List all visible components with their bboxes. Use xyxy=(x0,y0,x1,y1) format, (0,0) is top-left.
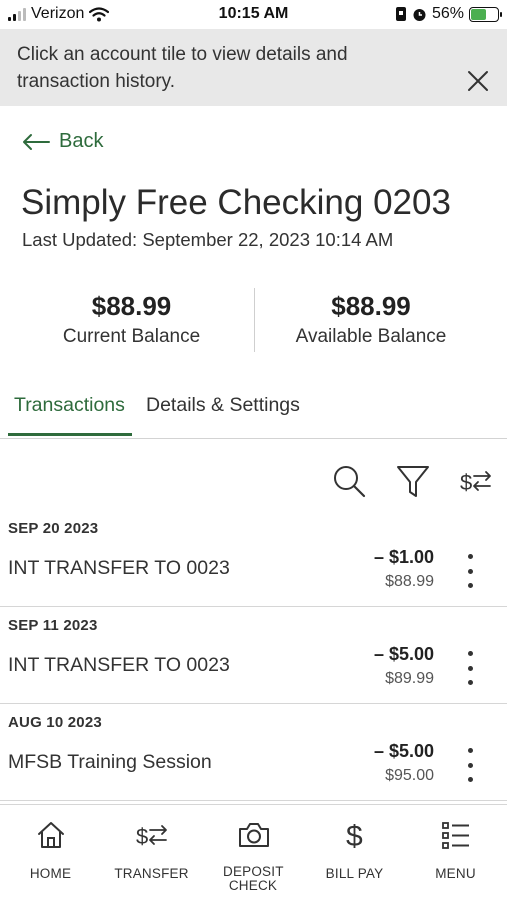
transaction-balance: $88.99 xyxy=(385,573,434,590)
transaction-date: SEP 11 2023 xyxy=(8,617,98,634)
nav-bill-pay-label: BILL PAY xyxy=(325,866,384,881)
info-banner: Click an account tile to view details an… xyxy=(0,29,507,106)
nav-deposit-check-label: DEPOSIT CHECK xyxy=(223,864,284,893)
available-balance: $88.99 Available Balance xyxy=(246,288,496,348)
transaction-description: MFSB Training Session xyxy=(8,751,212,773)
arrow-left-icon xyxy=(23,133,50,150)
svg-text:$: $ xyxy=(346,820,363,852)
bottom-nav: HOME $ TRANSFER DEPOSIT CHECK $ BILL PAY xyxy=(0,804,507,900)
transaction-amount: – $5.00 xyxy=(373,741,434,761)
search-icon[interactable] xyxy=(331,462,367,500)
tab-details-settings[interactable]: Details & Settings xyxy=(146,394,300,417)
menu-list-icon xyxy=(441,822,469,849)
battery-icon xyxy=(469,6,502,22)
transaction-row[interactable]: SEP 11 2023 INT TRANSFER TO 0023 – $5.00… xyxy=(0,607,507,704)
dollar-icon: $ xyxy=(346,820,363,852)
transaction-row[interactable]: AUG 10 2023 MFSB Training Session – $5.0… xyxy=(0,704,507,801)
current-balance-label: Current Balance xyxy=(62,326,201,347)
transfer-icon: $ xyxy=(136,824,167,849)
transaction-description: INT TRANSFER TO 0023 xyxy=(8,654,230,676)
transaction-date: AUG 10 2023 xyxy=(8,714,102,731)
banner-message: Click an account tile to view details an… xyxy=(17,44,348,92)
nav-deposit-check[interactable]: DEPOSIT CHECK xyxy=(203,817,304,893)
active-tab-indicator xyxy=(8,433,132,436)
back-label: Back xyxy=(59,130,104,152)
transaction-balance: $89.99 xyxy=(385,670,434,687)
transaction-description: INT TRANSFER TO 0023 xyxy=(8,557,230,579)
balances: $88.99 Current Balance $88.99 Available … xyxy=(0,288,507,354)
available-balance-amount: $88.99 xyxy=(331,291,411,321)
more-options-icon[interactable] xyxy=(460,651,480,685)
account-tabs: Transactions Details & Settings xyxy=(0,388,507,439)
available-balance-label: Available Balance xyxy=(295,326,447,347)
camera-icon xyxy=(238,823,269,847)
transaction-list: SEP 20 2023 INT TRANSFER TO 0023 – $1.00… xyxy=(0,510,507,801)
status-bar-right: 56% xyxy=(395,5,502,23)
sort-icon[interactable]: $ xyxy=(460,462,496,500)
transaction-date: SEP 20 2023 xyxy=(8,520,99,537)
transaction-row[interactable]: SEP 20 2023 INT TRANSFER TO 0023 – $1.00… xyxy=(0,510,507,607)
transaction-amount: – $5.00 xyxy=(373,644,434,664)
lock-rotation-icon xyxy=(395,7,406,21)
more-options-icon[interactable] xyxy=(460,748,480,782)
battery-percent: 56% xyxy=(431,5,464,22)
account-title: Simply Free Checking 0203 xyxy=(21,183,451,222)
svg-text:$: $ xyxy=(460,470,472,495)
nav-home[interactable]: HOME xyxy=(0,817,101,881)
status-bar: Verizon 10:15 AM 56% xyxy=(0,0,507,30)
nav-transfer-label: TRANSFER xyxy=(114,866,189,881)
close-icon[interactable] xyxy=(467,70,489,92)
current-balance: $88.99 Current Balance xyxy=(10,288,253,348)
svg-text:$: $ xyxy=(136,824,148,849)
nav-menu[interactable]: MENU xyxy=(405,817,506,881)
last-updated: Last Updated: September 22, 2023 10:14 A… xyxy=(22,229,394,250)
transaction-toolbar: $ xyxy=(0,462,507,502)
nav-transfer[interactable]: $ TRANSFER xyxy=(101,817,202,881)
transaction-amount: – $1.00 xyxy=(373,547,434,567)
current-balance-amount: $88.99 xyxy=(91,291,172,321)
nav-bill-pay[interactable]: $ BILL PAY xyxy=(304,817,405,881)
transaction-balance: $95.00 xyxy=(385,767,434,784)
tab-transactions[interactable]: Transactions xyxy=(14,394,125,417)
back-button[interactable]: Back xyxy=(22,130,103,153)
filter-icon[interactable] xyxy=(395,462,431,500)
nav-home-label: HOME xyxy=(29,866,72,881)
more-options-icon[interactable] xyxy=(460,554,480,588)
alarm-icon xyxy=(413,8,426,21)
home-icon xyxy=(37,822,64,848)
nav-menu-label: MENU xyxy=(435,866,476,881)
